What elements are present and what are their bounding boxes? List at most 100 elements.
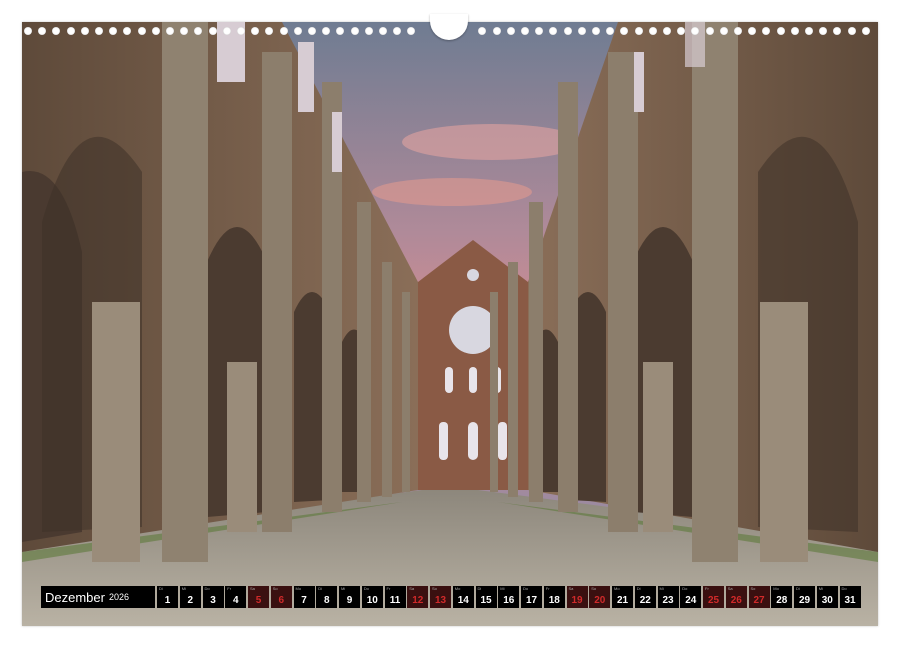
abbey-ruin-photo (22, 22, 878, 626)
calendar-day-cell: Do 3 (202, 586, 224, 608)
weekday-label: So (750, 586, 756, 591)
day-number: 30 (821, 595, 833, 606)
weekday-label: Fr (386, 586, 391, 591)
day-number: 15 (480, 595, 492, 606)
calendar-day-cell: Mi 30 (816, 586, 838, 608)
calendar-day-cell: Di 1 (157, 586, 178, 608)
weekday-label: Mo (454, 586, 461, 591)
day-number: 10 (366, 595, 378, 606)
day-number: 13 (434, 595, 447, 606)
day-number: 28 (776, 595, 788, 606)
weekday-label: Fr (705, 586, 709, 591)
day-number: 26 (730, 595, 742, 606)
calendar-day-cell: Sa 12 (407, 586, 429, 608)
calendar-day-cell: Fr 18 (543, 586, 565, 608)
year-label: 2026 (108, 592, 129, 602)
weekday-label: Sa (568, 586, 574, 591)
weekday-label: Sa (250, 586, 255, 591)
day-number: 24 (685, 595, 697, 606)
calendar-day-cell: Mi 23 (657, 586, 679, 608)
day-number: 16 (503, 595, 515, 606)
day-number: 3 (210, 595, 216, 606)
day-number: 11 (389, 595, 401, 606)
calendar-day-cell: So 20 (589, 586, 611, 608)
calendar-day-cell: So 13 (430, 586, 451, 608)
day-number: 9 (346, 595, 353, 606)
calendar-bar: Dezember 2026 Di 1 Mi 2 Do 3 Fr 4 Sa 5 So 6 Mo 7 Di 8 Mi… (41, 586, 862, 608)
calendar-day-cell: Sa 5 (248, 586, 269, 608)
weekday-label: Mo (614, 586, 620, 591)
day-number: 19 (571, 595, 583, 606)
weekday-label: Fr (227, 586, 232, 591)
weekday-label: Mo (773, 586, 779, 591)
day-number: 4 (232, 595, 239, 606)
month-label: Dezember 2026 (41, 586, 155, 608)
weekday-label: Di (159, 586, 163, 591)
day-number: 29 (798, 595, 811, 606)
weekday-label: Mi (659, 586, 664, 591)
day-number: 12 (412, 595, 424, 606)
weekday-label: So (432, 586, 437, 591)
calendar-day-cell: Sa 19 (566, 586, 588, 608)
day-number: 25 (707, 595, 720, 606)
weekday-label: Di (477, 586, 482, 591)
day-number: 1 (164, 595, 171, 606)
calendar-day-cell: Fr 11 (384, 586, 406, 608)
calendar-day-cell: Sa 26 (725, 586, 747, 608)
day-number: 2 (187, 595, 194, 606)
weekday-label: Do (841, 586, 847, 591)
calendar-day-cell: Mo 21 (612, 586, 633, 608)
weekday-label: Mi (500, 586, 505, 591)
day-number: 18 (548, 595, 560, 606)
day-number: 8 (323, 595, 330, 606)
calendar-day-cell: Fr 25 (703, 586, 724, 608)
calendar-day-cell: Do 24 (680, 586, 702, 608)
weekday-label: Mi (818, 586, 823, 591)
weekday-label: Mi (181, 586, 186, 591)
calendar-day-cell: Do 17 (521, 586, 542, 608)
weekday-label: Do (682, 586, 688, 591)
month-name: Dezember (45, 589, 105, 605)
weekday-label: Mi (341, 586, 346, 591)
day-number: 23 (662, 595, 674, 606)
calendar-day-cell: Di 15 (475, 586, 497, 608)
calendar-day-cell: Di 22 (634, 586, 656, 608)
calendar-day-cell: Mi 16 (498, 586, 520, 608)
calendar-day-cell: Do 10 (361, 586, 383, 608)
day-cells: Di 1 Mi 2 Do 3 Fr 4 Sa 5 So 6 Mo 7 Di 8 Mi 9 Do 10 Fr 11 Sa 12 S… (157, 586, 862, 608)
day-number: 6 (278, 595, 285, 606)
day-number: 27 (753, 595, 765, 606)
weekday-label: Mo (295, 586, 302, 591)
calendar-day-cell: Do 31 (839, 586, 861, 608)
calendar-day-cell: Mi 9 (339, 586, 360, 608)
calendar-day-cell: Di 29 (794, 586, 815, 608)
day-number: 17 (525, 595, 538, 606)
weekday-label: So (272, 586, 278, 591)
weekday-label: Do (363, 586, 369, 591)
weekday-label: Di (318, 586, 323, 591)
calendar-day-cell: Mo 7 (293, 586, 315, 608)
calendar-page (22, 22, 878, 626)
day-number: 20 (594, 595, 606, 606)
weekday-label: Sa (727, 586, 733, 591)
calendar-day-cell: Mo 28 (771, 586, 793, 608)
day-number: 5 (255, 595, 262, 606)
day-number: 7 (301, 595, 307, 606)
weekday-label: So (591, 586, 597, 591)
weekday-label: Fr (545, 586, 550, 591)
calendar-day-cell: Mi 2 (179, 586, 201, 608)
weekday-label: Do (523, 586, 529, 591)
day-number: 22 (639, 595, 651, 606)
weekday-label: Di (796, 586, 800, 591)
calendar-day-cell: Mo 14 (452, 586, 474, 608)
calendar-day-cell: So 6 (270, 586, 292, 608)
calendar-day-cell: Fr 4 (225, 586, 247, 608)
weekday-label: Di (636, 586, 641, 591)
calendar-day-cell: Di 8 (316, 586, 338, 608)
calendar-day-cell: So 27 (748, 586, 770, 608)
day-number: 21 (616, 595, 629, 606)
day-number: 31 (844, 595, 856, 606)
weekday-label: Sa (409, 586, 415, 591)
weekday-label: Do (204, 586, 210, 591)
day-number: 14 (457, 595, 469, 606)
